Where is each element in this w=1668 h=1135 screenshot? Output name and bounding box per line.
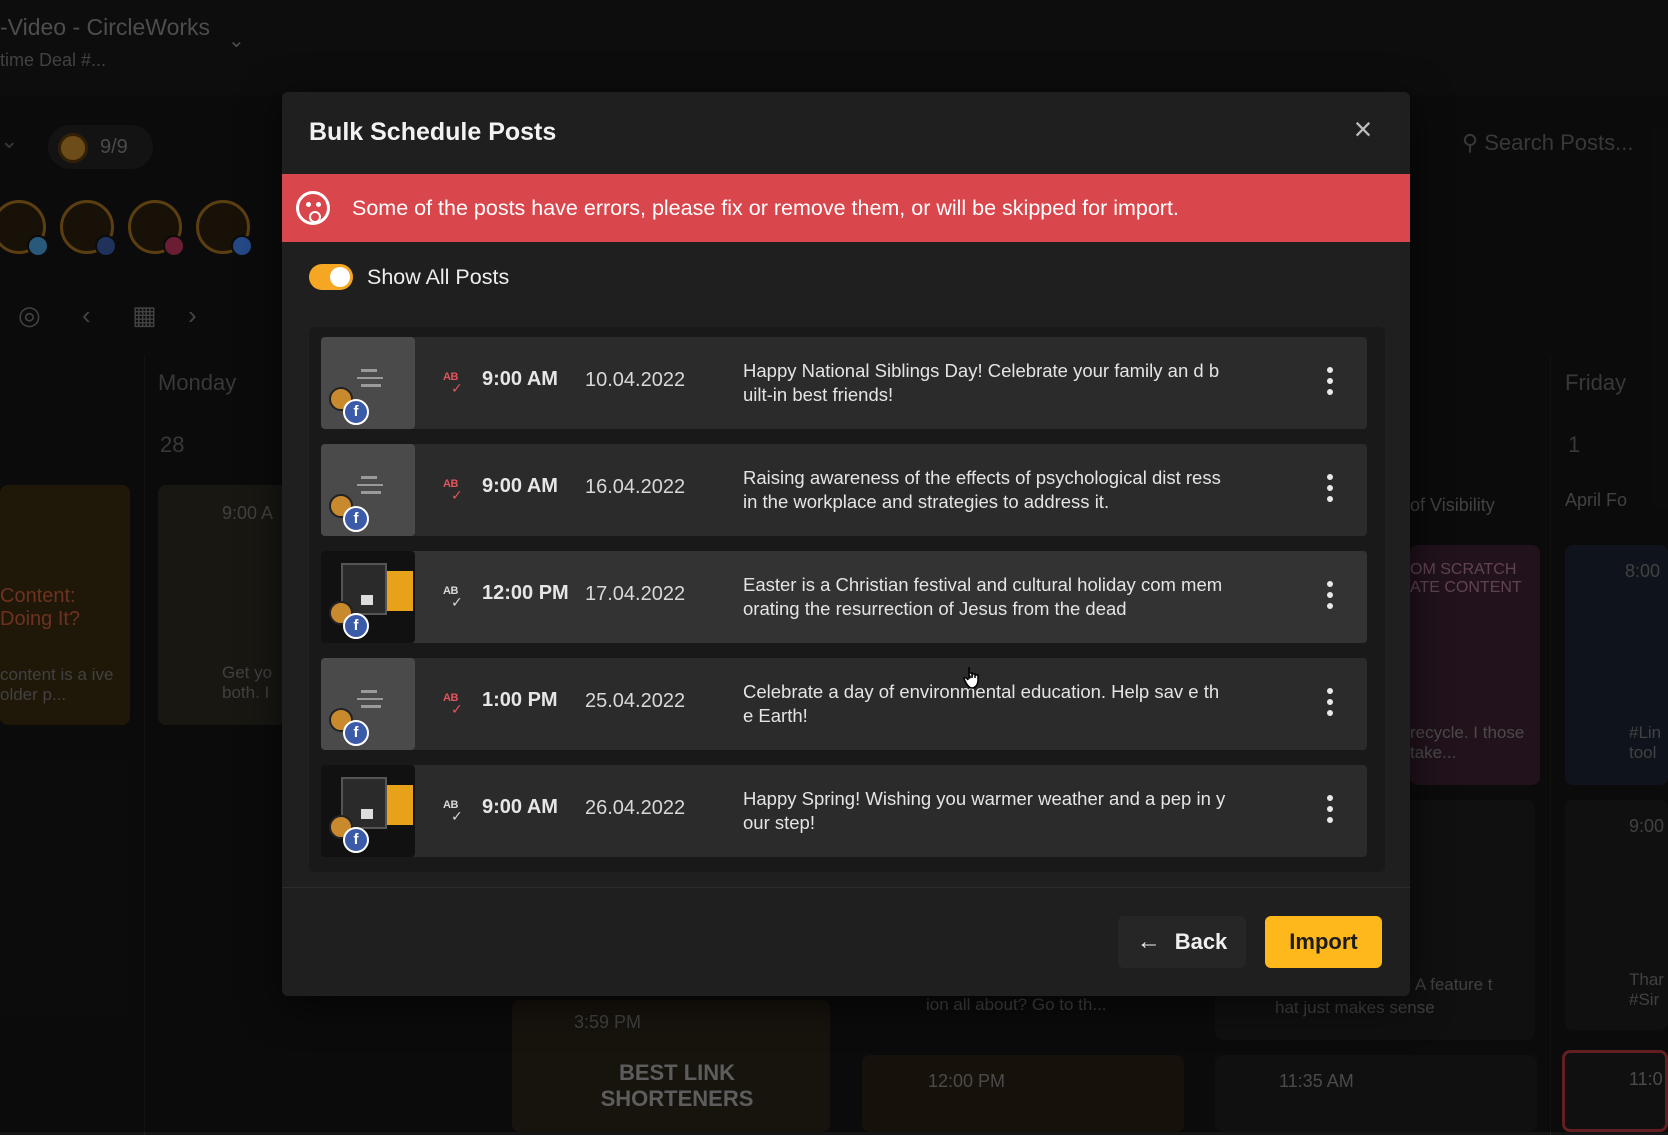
post-time: 9:00 AM	[482, 475, 558, 498]
ab-check-icon: AB✓	[443, 585, 469, 609]
error-alert: Some of the posts have errors, please fi…	[282, 174, 1410, 242]
post-date: 17.04.2022	[585, 583, 685, 606]
post-thumbnail: f	[321, 444, 415, 536]
arrow-left-icon: ←	[1137, 928, 1161, 956]
ab-check-error-icon: AB✓	[443, 692, 469, 716]
post-thumbnail: f	[321, 658, 415, 750]
post-row[interactable]: f AB✓ 9:00 AM 10.04.2022 Happy National …	[321, 337, 1367, 429]
post-thumbnail: f	[321, 765, 415, 857]
divider	[282, 887, 1410, 888]
more-options-icon[interactable]	[1325, 795, 1335, 827]
facebook-icon: f	[343, 506, 369, 532]
bulk-schedule-modal: Bulk Schedule Posts × Some of the posts …	[282, 92, 1410, 996]
post-time: 12:00 PM	[482, 582, 569, 605]
ab-check-error-icon: AB✓	[443, 478, 469, 502]
post-row[interactable]: f AB✓ 1:00 PM 25.04.2022 Celebrate a day…	[321, 658, 1367, 750]
close-icon[interactable]: ×	[1346, 112, 1380, 146]
post-list: f AB✓ 9:00 AM 10.04.2022 Happy National …	[309, 327, 1385, 872]
facebook-icon: f	[343, 399, 369, 425]
image-preview	[387, 785, 413, 825]
post-date: 26.04.2022	[585, 797, 685, 820]
back-label: Back	[1175, 929, 1228, 955]
ab-check-error-icon: AB✓	[443, 371, 469, 395]
post-time: 9:00 AM	[482, 796, 558, 819]
post-row[interactable]: f AB✓ 9:00 AM 16.04.2022 Raising awarene…	[321, 444, 1367, 536]
post-text: Happy Spring! Wishing you warmer weather…	[743, 787, 1228, 835]
post-text: Celebrate a day of environmental educati…	[743, 680, 1228, 728]
more-options-icon[interactable]	[1325, 581, 1335, 613]
post-row[interactable]: f AB✓ 9:00 AM 26.04.2022 Happy Spring! W…	[321, 765, 1367, 857]
show-all-row: Show All Posts	[309, 264, 509, 290]
more-options-icon[interactable]	[1325, 688, 1335, 720]
hand-cursor-icon	[962, 665, 982, 691]
post-time: 1:00 PM	[482, 689, 558, 712]
post-thumbnail: f	[321, 337, 415, 429]
show-all-toggle[interactable]	[309, 264, 353, 290]
post-date: 25.04.2022	[585, 690, 685, 713]
image-preview	[361, 809, 373, 819]
more-options-icon[interactable]	[1325, 474, 1335, 506]
image-preview	[387, 571, 413, 611]
image-preview	[361, 595, 373, 605]
facebook-icon: f	[343, 613, 369, 639]
toggle-label: Show All Posts	[367, 265, 509, 290]
text-post-icon	[357, 690, 383, 713]
more-options-icon[interactable]	[1325, 367, 1335, 399]
post-text: Easter is a Christian festival and cultu…	[743, 573, 1228, 621]
back-button[interactable]: ← Back	[1118, 916, 1246, 968]
alert-text: Some of the posts have errors, please fi…	[352, 196, 1179, 221]
ab-check-icon: AB✓	[443, 799, 469, 823]
sad-face-icon	[296, 191, 330, 225]
facebook-icon: f	[343, 720, 369, 746]
post-text: Raising awareness of the effects of psyc…	[743, 466, 1228, 514]
post-date: 16.04.2022	[585, 476, 685, 499]
post-text: Happy National Siblings Day! Celebrate y…	[743, 359, 1228, 407]
import-button[interactable]: Import	[1265, 916, 1382, 968]
modal-title: Bulk Schedule Posts	[309, 118, 556, 147]
text-post-icon	[357, 369, 383, 392]
post-row[interactable]: f AB✓ 12:00 PM 17.04.2022 Easter is a Ch…	[321, 551, 1367, 643]
post-time: 9:00 AM	[482, 368, 558, 391]
text-post-icon	[357, 476, 383, 499]
post-thumbnail: f	[321, 551, 415, 643]
post-date: 10.04.2022	[585, 369, 685, 392]
facebook-icon: f	[343, 827, 369, 853]
